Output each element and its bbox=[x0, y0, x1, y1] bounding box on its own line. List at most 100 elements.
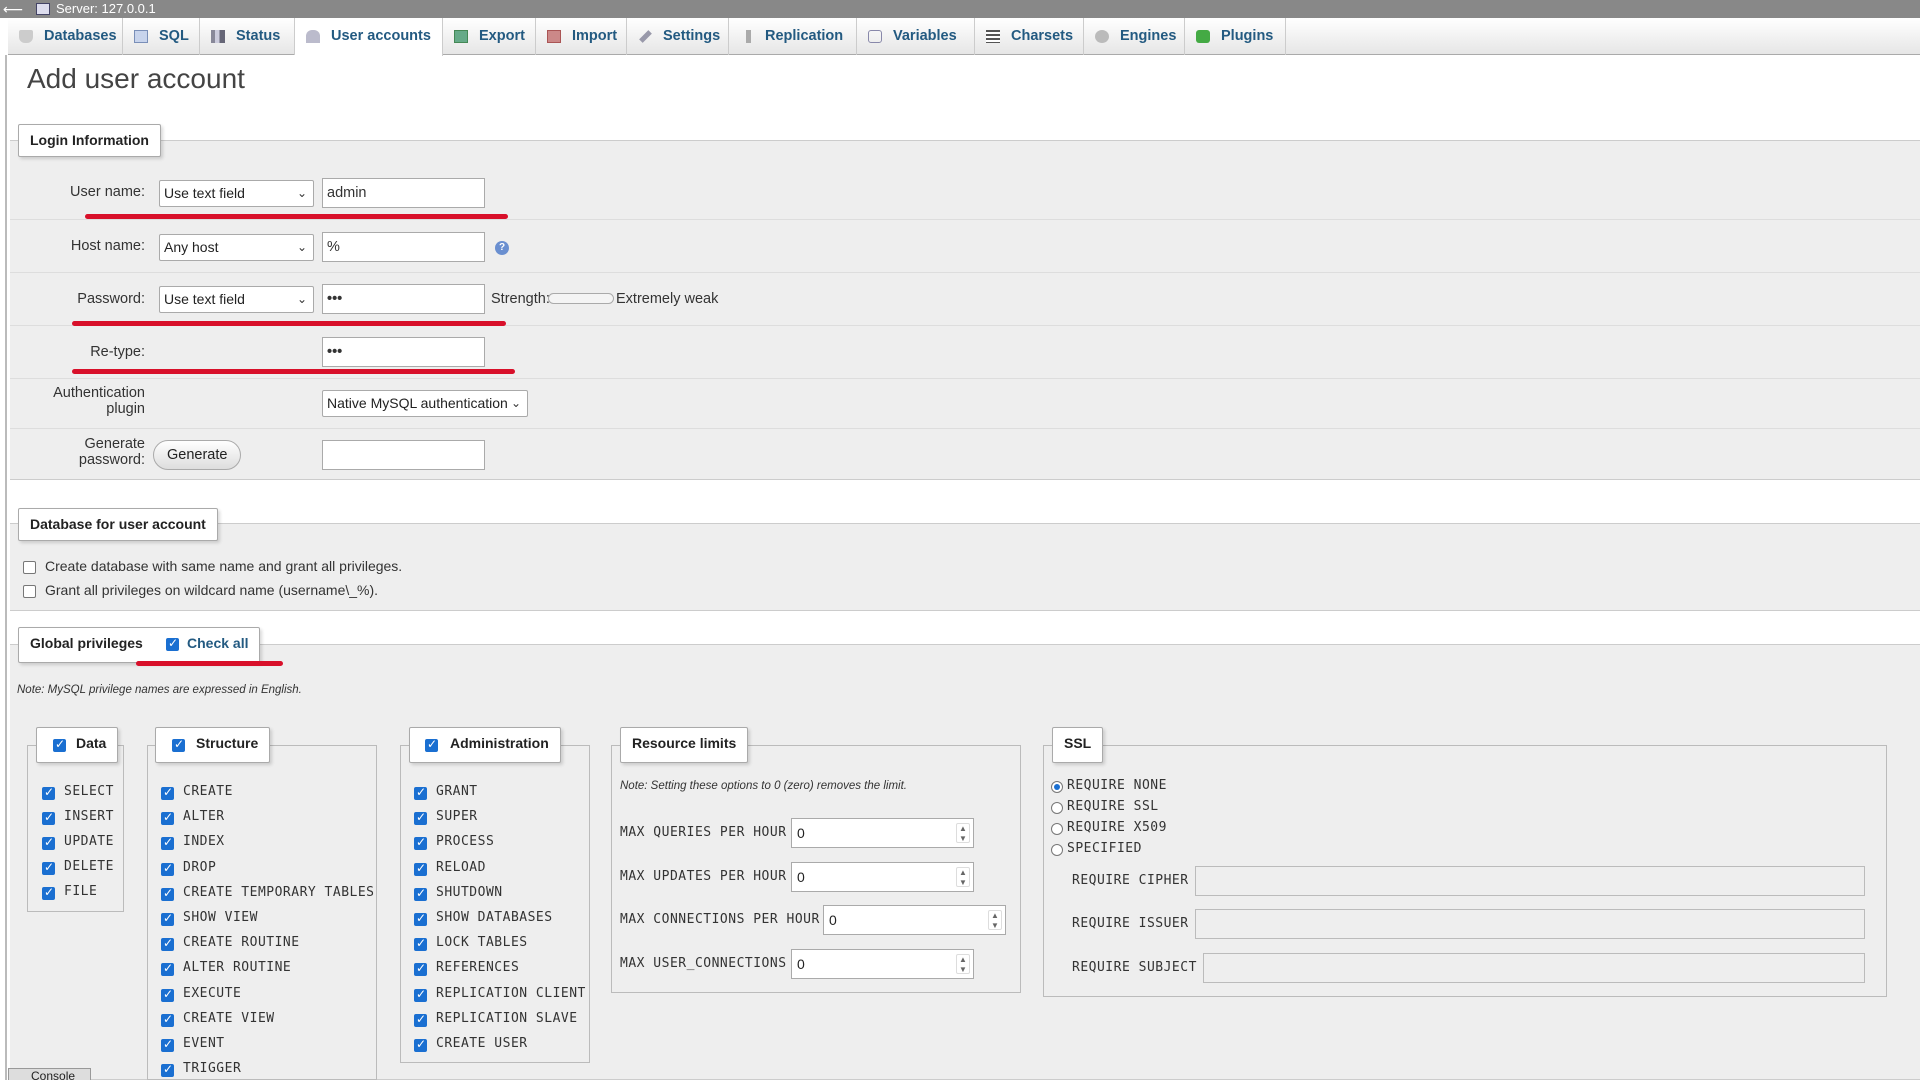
page-title: Add user account bbox=[27, 63, 245, 94]
ssl-option-radio[interactable] bbox=[1051, 781, 1063, 793]
ssl-field-input[interactable] bbox=[1203, 953, 1865, 983]
wildcard-privileges-checkbox[interactable] bbox=[23, 585, 36, 598]
administration-privilege-label: REPLICATION SLAVE bbox=[436, 1010, 578, 1026]
data-privilege-label: UPDATE bbox=[64, 834, 114, 849]
check-all-checkbox[interactable] bbox=[166, 636, 179, 651]
structure-privilege-checkbox[interactable] bbox=[161, 886, 174, 901]
administration-privilege-checkbox[interactable] bbox=[414, 987, 427, 1002]
data-legend: Data bbox=[36, 727, 119, 763]
password-type-select[interactable]: Use text field ⌄ bbox=[159, 286, 314, 313]
chevron-down-icon: ⌄ bbox=[510, 396, 521, 410]
structure-privilege-checkbox[interactable] bbox=[161, 961, 174, 977]
spinner-arrows-icon[interactable]: ▲ ▼ bbox=[956, 954, 970, 974]
structure-privilege-checkbox[interactable] bbox=[161, 987, 174, 1002]
tab-databases[interactable]: Databases bbox=[8, 18, 123, 55]
ssl-field-input[interactable] bbox=[1195, 909, 1865, 939]
strength-text: Extremely weak bbox=[616, 291, 719, 307]
structure-group-checkbox[interactable] bbox=[172, 737, 185, 752]
structure-privilege-checkbox[interactable] bbox=[161, 785, 174, 800]
server-label[interactable]: Server: 127.0.0.1 bbox=[56, 0, 156, 18]
tab-import[interactable]: Import bbox=[536, 18, 627, 55]
resource-limit-input[interactable]: 0 ▲ ▼ bbox=[791, 949, 974, 979]
resource-limit-label: MAX QUERIES PER HOUR bbox=[620, 825, 787, 840]
data-privilege-label: INSERT bbox=[64, 809, 114, 824]
check-all-label[interactable]: Check all bbox=[187, 635, 248, 651]
generated-password-input[interactable] bbox=[322, 440, 485, 470]
help-icon[interactable]: ? bbox=[495, 241, 509, 255]
ssl-option-radio[interactable] bbox=[1051, 844, 1063, 856]
tab-settings[interactable]: Settings bbox=[627, 18, 729, 55]
back-arrow-icon[interactable]: ⟵ bbox=[3, 0, 23, 18]
password-input[interactable]: ••• bbox=[322, 284, 485, 314]
tab-user-accounts[interactable]: User accounts bbox=[295, 18, 443, 56]
structure-privilege-label: CREATE ROUTINE bbox=[183, 935, 300, 951]
data-privilege-checkbox[interactable] bbox=[42, 835, 55, 850]
create-database-checkbox[interactable] bbox=[23, 561, 36, 574]
administration-privilege-checkbox[interactable] bbox=[414, 785, 427, 800]
administration-privilege-checkbox[interactable] bbox=[414, 911, 427, 926]
tab-sql[interactable]: SQL bbox=[123, 18, 200, 55]
engines-icon bbox=[1095, 30, 1109, 43]
ssl-option-radio[interactable] bbox=[1051, 823, 1063, 835]
separator bbox=[10, 272, 1920, 273]
structure-privilege-checkbox[interactable] bbox=[161, 1062, 174, 1078]
resource-limits-legend: Resource limits bbox=[620, 727, 749, 763]
administration-privilege-checkbox[interactable] bbox=[414, 835, 427, 851]
database-icon bbox=[19, 30, 33, 43]
wrench-icon bbox=[639, 30, 652, 43]
host-name-type-select[interactable]: Any host ⌄ bbox=[159, 234, 314, 261]
administration-privilege-checkbox[interactable] bbox=[414, 861, 427, 876]
spinner-arrows-icon[interactable]: ▲ ▼ bbox=[956, 867, 970, 887]
ssl-field-input[interactable] bbox=[1195, 866, 1865, 896]
tab-plugins[interactable]: Plugins bbox=[1185, 18, 1286, 55]
ssl-option-radio[interactable] bbox=[1051, 802, 1063, 814]
resource-limit-input[interactable]: 0 ▲ ▼ bbox=[823, 905, 1006, 935]
generate-button[interactable]: Generate bbox=[153, 440, 242, 470]
variables-icon bbox=[868, 30, 882, 43]
data-privilege-checkbox[interactable] bbox=[42, 885, 55, 900]
structure-privilege-checkbox[interactable] bbox=[161, 936, 174, 952]
create-database-label: Create database with same name and grant… bbox=[45, 558, 403, 574]
tab-engines[interactable]: Engines bbox=[1084, 18, 1185, 55]
tab-replication[interactable]: Replication bbox=[729, 18, 857, 55]
administration-privilege-checkbox[interactable] bbox=[414, 936, 427, 952]
resource-limit-input[interactable]: 0 ▲ ▼ bbox=[791, 818, 974, 848]
administration-privilege-checkbox[interactable] bbox=[414, 886, 427, 901]
structure-privilege-checkbox[interactable] bbox=[161, 1012, 174, 1027]
administration-privilege-checkbox[interactable] bbox=[414, 1012, 427, 1027]
data-group-checkbox[interactable] bbox=[53, 737, 66, 752]
separator bbox=[10, 219, 1920, 220]
tab-export[interactable]: Export bbox=[443, 18, 536, 55]
console-toggle[interactable]: Console bbox=[8, 1068, 91, 1080]
structure-privilege-checkbox[interactable] bbox=[161, 911, 174, 926]
database-legend: Database for user account bbox=[18, 508, 218, 541]
user-name-type-select[interactable]: Use text field ⌄ bbox=[159, 180, 314, 207]
sql-icon bbox=[134, 30, 148, 43]
resource-limit-label: MAX USER_CONNECTIONS bbox=[620, 956, 787, 971]
structure-privilege-checkbox[interactable] bbox=[161, 861, 174, 876]
structure-privilege-checkbox[interactable] bbox=[161, 810, 174, 826]
spinner-arrows-icon[interactable]: ▲ ▼ bbox=[988, 910, 1002, 930]
spinner-arrows-icon[interactable]: ▲ ▼ bbox=[956, 823, 970, 843]
administration-privilege-checkbox[interactable] bbox=[414, 961, 427, 977]
auth-plugin-select[interactable]: Native MySQL authentication ⌄ bbox=[322, 390, 528, 417]
tab-variables[interactable]: Variables bbox=[857, 18, 975, 55]
resource-limit-input[interactable]: 0 ▲ ▼ bbox=[791, 862, 974, 892]
structure-privilege-label: DROP bbox=[183, 859, 217, 875]
resource-limit-label: MAX CONNECTIONS PER HOUR bbox=[620, 912, 820, 927]
data-privilege-checkbox[interactable] bbox=[42, 810, 55, 825]
retype-password-input[interactable]: ••• bbox=[322, 337, 485, 367]
host-name-input[interactable]: % bbox=[322, 232, 485, 262]
tab-charsets[interactable]: Charsets bbox=[975, 18, 1084, 55]
user-name-input[interactable]: admin bbox=[322, 178, 485, 208]
data-privilege-checkbox[interactable] bbox=[42, 785, 55, 800]
data-privilege-checkbox[interactable] bbox=[42, 860, 55, 875]
administration-privilege-checkbox[interactable] bbox=[414, 810, 427, 826]
tab-status[interactable]: Status bbox=[200, 18, 295, 55]
administration-group-checkbox[interactable] bbox=[425, 737, 438, 752]
administration-privilege-checkbox[interactable] bbox=[414, 1037, 427, 1052]
export-icon bbox=[454, 30, 468, 43]
administration-privilege-label: CREATE USER bbox=[436, 1036, 528, 1051]
structure-privilege-checkbox[interactable] bbox=[161, 835, 174, 851]
structure-privilege-checkbox[interactable] bbox=[161, 1037, 174, 1052]
